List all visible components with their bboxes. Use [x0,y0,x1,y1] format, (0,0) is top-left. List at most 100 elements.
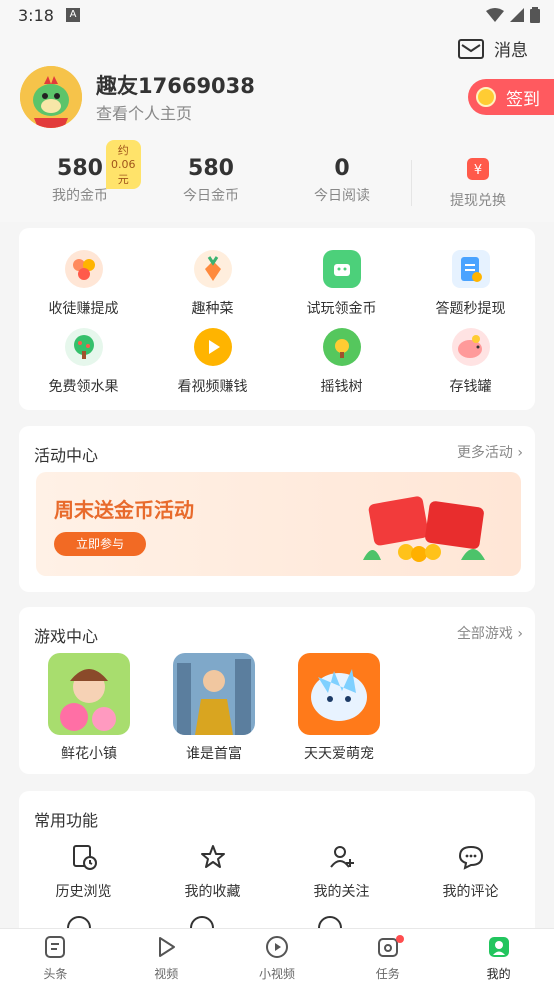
grid-item-invite[interactable]: 收徒赚提成 [19,250,148,318]
status-bar: 3:18 A [0,0,554,32]
tab-label: 任务 [375,967,400,981]
function-label: 我的关注 [313,884,370,900]
play-coin-icon [193,328,232,366]
weekend-coin-banner[interactable]: 周末送金币活动 立即参与 [36,472,521,576]
tab-label: 我的 [486,967,511,981]
battery-icon [530,7,540,23]
money-tree-icon [322,328,361,366]
function-label: 历史浏览 [55,884,112,900]
android-icon [322,250,361,288]
grid-item-quiz[interactable]: 答题秒提现 [406,250,535,318]
divider [411,160,412,206]
join-now-button[interactable]: 立即参与 [54,532,146,556]
stat-label: 今日阅读 [314,188,370,204]
stat-value: 0 [334,156,350,181]
news-icon [45,936,66,958]
svg-text:¥: ¥ [474,163,482,178]
envelope-icon [458,38,484,59]
game-item[interactable]: 鲜花小镇 [41,653,137,763]
grid-item-fruit[interactable]: 免费领水果 [19,328,148,396]
comments-button[interactable]: 我的评论 [406,843,535,901]
grid-label: 试玩领金币 [306,301,377,317]
username[interactable]: 趣友17669038 [96,70,255,100]
signal-icon [510,8,524,22]
quiz-doc-icon [451,250,490,288]
stat-label: 提现兑换 [450,193,506,209]
section-title: 游戏中心 [34,627,99,646]
grid-item-money-tree[interactable]: 摇钱树 [277,328,406,396]
grid-label: 看视频赚钱 [177,379,248,395]
coin-value-badge: 约0.06元 [106,140,141,189]
status-time: 3:18 [18,6,54,25]
grid-item-piggy-bank[interactable]: 存钱罐 [406,328,535,396]
avatar[interactable] [20,66,82,128]
video-icon [159,937,176,957]
history-icon [72,845,97,870]
grid-label: 趣种菜 [191,301,234,317]
wifi-icon [486,8,504,22]
comment-icon [458,845,483,870]
profile-icon [488,937,509,957]
more-activities-link[interactable]: 更多活动 › [457,442,523,462]
messages-label: 消息 [494,41,528,61]
view-profile-link[interactable]: 查看个人主页 [96,100,192,124]
stats-row: 约0.06元 580 我的金币 580 今日金币 0 今日阅读 ¥ 提现兑换 [0,140,554,216]
function-label: 我的收藏 [184,884,241,900]
grid-label: 收徒赚提成 [48,301,119,317]
game-item[interactable]: 谁是首富 [166,653,262,763]
more-label: 更多活动 [456,445,513,461]
more-label: 全部游戏 [456,626,513,642]
grid-item-watch-video[interactable]: 看视频赚钱 [148,328,277,396]
game-name: 天天爱萌宠 [304,746,374,762]
withdraw-button[interactable]: ¥ 提现兑换 [418,156,538,210]
piggy-bank-icon [451,328,490,366]
game-item[interactable]: 天天爱萌宠 [291,653,387,763]
withdraw-icon: ¥ [467,158,489,180]
signin-button[interactable]: 签到 [468,79,554,115]
dragon-avatar-icon [20,66,82,128]
grid-label: 摇钱树 [320,379,363,395]
red-envelope-icon [363,496,485,562]
section-title: 常用功能 [34,811,99,830]
history-button[interactable]: 历史浏览 [19,843,148,901]
grid-label: 免费领水果 [48,379,119,395]
common-functions-card: 常用功能 历史浏览 我的收藏 我的关注 我的评论 [19,791,535,941]
game-thumbnail [173,653,255,735]
grid-item-farm[interactable]: 趣种菜 [148,250,277,318]
profile-header: 消息 趣友17669038 查看个人主页 签到 约0.06元 580 我的金币 … [0,32,554,222]
signin-label: 签到 [506,89,540,110]
a-icon: A [66,8,80,22]
messages-button[interactable]: 消息 [458,36,528,61]
grid-label: 答题秒提现 [435,301,506,317]
stat-value: 580 [188,156,234,181]
quick-actions-card: 收徒赚提成 趣种菜 试玩领金币 答题秒提现 免费领水果 看视频赚钱 摇钱树 存钱… [19,228,535,410]
tab-label: 小视频 [258,967,295,981]
tab-short-video[interactable]: 小视频 [222,929,333,984]
coin-icon [476,87,496,107]
stat-today-coins[interactable]: 580 今日金币 [151,156,271,205]
tab-label: 视频 [154,967,179,981]
grid-label: 存钱罐 [449,379,492,395]
activity-center-card: 活动中心 更多活动 › 周末送金币活动 立即参与 [19,426,535,592]
stat-today-reading[interactable]: 0 今日阅读 [282,156,402,205]
game-name: 鲜花小镇 [61,746,117,762]
follow-user-icon [329,846,354,868]
carrot-icon [193,250,232,288]
tab-video[interactable]: 视频 [111,929,222,984]
favorites-button[interactable]: 我的收藏 [148,843,277,901]
grid-item-trial[interactable]: 试玩领金币 [277,250,406,318]
function-label: 我的评论 [442,884,499,900]
following-button[interactable]: 我的关注 [277,843,406,901]
short-video-icon [265,936,288,958]
game-thumbnail [48,653,130,735]
notification-dot [396,935,405,943]
stat-label: 今日金币 [183,188,239,204]
tab-news[interactable]: 头条 [0,929,111,984]
star-icon [200,845,225,868]
all-games-link[interactable]: 全部游戏 › [457,623,523,643]
tab-tasks[interactable]: 任务 [332,929,443,984]
banner-title: 周末送金币活动 [54,498,194,522]
game-name: 谁是首富 [186,746,242,762]
stat-my-coins[interactable]: 约0.06元 580 我的金币 [20,140,141,205]
tab-me[interactable]: 我的 [443,929,554,984]
